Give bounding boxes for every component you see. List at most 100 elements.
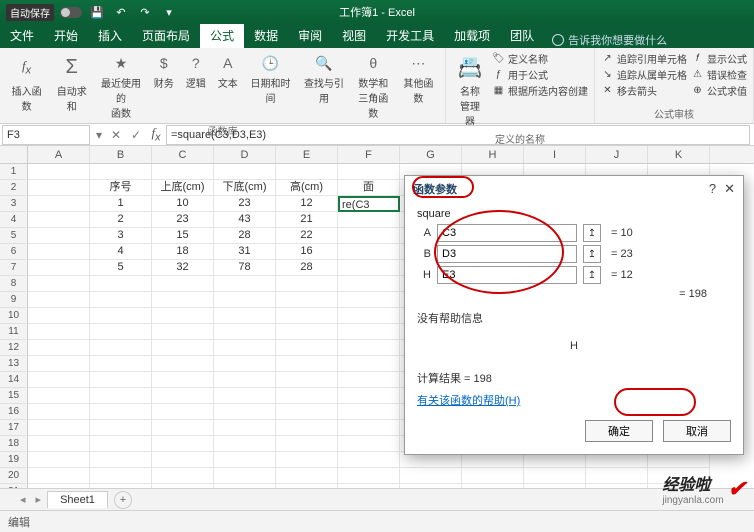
row-3[interactable]: 3: [0, 196, 28, 212]
formula-input[interactable]: =square(C3,D3,E3): [166, 125, 750, 145]
fx-button[interactable]: fx: [146, 125, 166, 144]
ok-button[interactable]: 确定: [585, 420, 653, 442]
row-8[interactable]: 8: [0, 276, 28, 292]
math-button[interactable]: θ数学和 三角函数: [353, 51, 394, 122]
arg-A-input[interactable]: [437, 224, 577, 242]
row-5[interactable]: 5: [0, 228, 28, 244]
cell-E5[interactable]: 22: [276, 228, 338, 244]
col-H[interactable]: H: [462, 146, 524, 163]
row-15[interactable]: 15: [0, 388, 28, 404]
tab-nav-prev-icon[interactable]: ◂: [16, 493, 30, 506]
cell-C7[interactable]: 32: [152, 260, 214, 276]
new-sheet-button[interactable]: +: [114, 491, 132, 509]
qat-more-icon[interactable]: ▾: [160, 3, 178, 21]
tell-me[interactable]: 告诉我你想要做什么: [552, 32, 667, 48]
row-18[interactable]: 18: [0, 436, 28, 452]
row-9[interactable]: 9: [0, 292, 28, 308]
more-fn-button[interactable]: ⋯其他函数: [398, 51, 439, 107]
row-1[interactable]: 1: [0, 164, 28, 180]
tab-dev[interactable]: 开发工具: [376, 23, 444, 48]
col-A[interactable]: A: [28, 146, 90, 163]
cell-E7[interactable]: 28: [276, 260, 338, 276]
row-19[interactable]: 19: [0, 452, 28, 468]
autosave-toggle[interactable]: [60, 7, 82, 18]
function-help-link[interactable]: 有关该函数的帮助(H): [417, 395, 520, 407]
cell-E3[interactable]: 12: [276, 196, 338, 212]
col-F[interactable]: F: [338, 146, 400, 163]
cell-B4[interactable]: 2: [90, 212, 152, 228]
cell-F2[interactable]: 面: [338, 180, 400, 196]
col-D[interactable]: D: [214, 146, 276, 163]
define-name-button[interactable]: 🏷定义名称: [492, 51, 588, 66]
cell-C6[interactable]: 18: [152, 244, 214, 260]
cell-B7[interactable]: 5: [90, 260, 152, 276]
cell-C3[interactable]: 10: [152, 196, 214, 212]
cell-E4[interactable]: 21: [276, 212, 338, 228]
arg-H-refedit-icon[interactable]: ↥: [583, 266, 601, 284]
cell-D5[interactable]: 28: [214, 228, 276, 244]
row-6[interactable]: 6: [0, 244, 28, 260]
col-G[interactable]: G: [400, 146, 462, 163]
row-20[interactable]: 20: [0, 468, 28, 484]
tab-nav-next-icon[interactable]: ▸: [32, 493, 46, 506]
cell-D6[interactable]: 31: [214, 244, 276, 260]
insert-function-button[interactable]: fx插入函数: [6, 51, 47, 115]
cell-C4[interactable]: 23: [152, 212, 214, 228]
col-B[interactable]: B: [90, 146, 152, 163]
dialog-close-icon[interactable]: ✕: [724, 181, 735, 197]
select-all-triangle[interactable]: [0, 146, 28, 163]
undo-icon[interactable]: ↶: [112, 3, 130, 21]
cancel-button[interactable]: 取消: [663, 420, 731, 442]
row-2[interactable]: 2: [0, 180, 28, 196]
cell-D2[interactable]: 下底(cm): [214, 180, 276, 196]
cell-E2[interactable]: 高(cm): [276, 180, 338, 196]
cell-C5[interactable]: 15: [152, 228, 214, 244]
row-12[interactable]: 12: [0, 340, 28, 356]
text-button[interactable]: A文本: [214, 51, 242, 92]
cell-D7[interactable]: 78: [214, 260, 276, 276]
col-J[interactable]: J: [586, 146, 648, 163]
cell-E6[interactable]: 16: [276, 244, 338, 260]
lookup-button[interactable]: 🔍查找与引用: [299, 51, 348, 107]
cell-B3[interactable]: 1: [90, 196, 152, 212]
trace-dependents-button[interactable]: ↘追踪从属单元格: [601, 67, 687, 82]
tab-formula[interactable]: 公式: [200, 23, 244, 48]
tab-home[interactable]: 开始: [44, 23, 88, 48]
arg-B-refedit-icon[interactable]: ↥: [583, 245, 601, 263]
tab-team[interactable]: 团队: [500, 23, 544, 48]
logical-button[interactable]: ?逻辑: [182, 51, 210, 92]
row-4[interactable]: 4: [0, 212, 28, 228]
dialog-help-icon[interactable]: ?: [709, 181, 716, 197]
create-from-sel-button[interactable]: ▦根据所选内容创建: [492, 83, 588, 98]
tab-layout[interactable]: 页面布局: [132, 23, 200, 48]
cell-D4[interactable]: 43: [214, 212, 276, 228]
use-in-formula-button[interactable]: ƒ用于公式: [492, 67, 588, 82]
redo-icon[interactable]: ↷: [136, 3, 154, 21]
trace-precedents-button[interactable]: ↗追踪引用单元格: [601, 51, 687, 66]
row-7[interactable]: 7: [0, 260, 28, 276]
error-check-button[interactable]: ⚠错误检查: [691, 67, 747, 82]
cell-C2[interactable]: 上底(cm): [152, 180, 214, 196]
tab-review[interactable]: 审阅: [288, 23, 332, 48]
name-box-dropdown-icon[interactable]: ▾: [92, 128, 106, 142]
financial-button[interactable]: $财务: [150, 51, 178, 92]
cancel-formula-icon[interactable]: ✕: [106, 128, 126, 142]
row-11[interactable]: 11: [0, 324, 28, 340]
save-icon[interactable]: 💾: [88, 3, 106, 21]
arg-A-refedit-icon[interactable]: ↥: [583, 224, 601, 242]
evaluate-button[interactable]: ⊕公式求值: [691, 83, 747, 98]
show-formulas-button[interactable]: 𝑓显示公式: [691, 51, 747, 66]
active-cell-F3[interactable]: re(C3: [338, 196, 400, 212]
row-14[interactable]: 14: [0, 372, 28, 388]
cell-B6[interactable]: 4: [90, 244, 152, 260]
col-E[interactable]: E: [276, 146, 338, 163]
col-I[interactable]: I: [524, 146, 586, 163]
tab-view[interactable]: 视图: [332, 23, 376, 48]
name-box[interactable]: F3: [2, 125, 90, 145]
row-16[interactable]: 16: [0, 404, 28, 420]
cell-B2[interactable]: 序号: [90, 180, 152, 196]
name-manager-button[interactable]: 📇名称 管理器: [452, 51, 488, 130]
arg-B-input[interactable]: [437, 245, 577, 263]
col-K[interactable]: K: [648, 146, 710, 163]
col-C[interactable]: C: [152, 146, 214, 163]
